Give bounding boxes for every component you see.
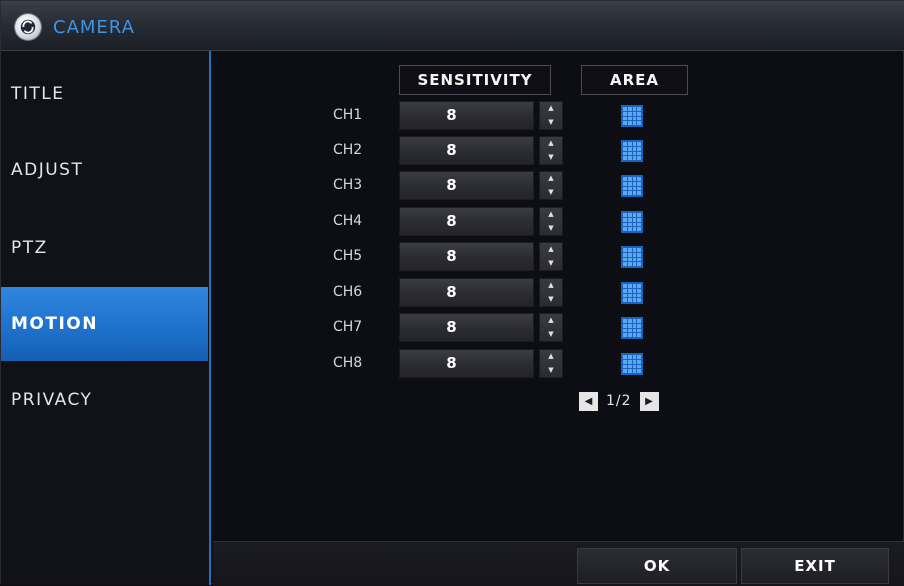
spin-up-icon[interactable]: ▲	[540, 172, 562, 186]
channel-label: CH1	[333, 107, 363, 123]
camera-window: CAMERA TITLE ADJUST PTZ MOTION PRIVACY S…	[0, 0, 904, 586]
triangle-right-icon[interactable]: ▶	[639, 391, 659, 411]
sensitivity-field[interactable]: 8	[399, 136, 534, 165]
spin-up-icon[interactable]: ▲	[540, 208, 562, 222]
channel-label: CH3	[333, 177, 363, 193]
grid-icon[interactable]	[621, 105, 643, 127]
sensitivity-field[interactable]: 8	[399, 313, 534, 342]
sensitivity-field[interactable]: 8	[399, 101, 534, 130]
sidebar-item-adjust[interactable]: ADJUST	[1, 133, 208, 207]
ok-button[interactable]: OK	[577, 548, 737, 584]
spin-up-icon[interactable]: ▲	[540, 350, 562, 364]
spin-down-icon[interactable]: ▼	[540, 293, 562, 307]
channel-label: CH8	[333, 355, 363, 371]
camera-logo-icon	[15, 14, 41, 40]
grid-icon[interactable]	[621, 246, 643, 268]
sensitivity-spinner[interactable]: ▲ ▼	[539, 207, 563, 236]
area-header: AREA	[581, 65, 688, 95]
sensitivity-spinner[interactable]: ▲ ▼	[539, 313, 563, 342]
sensitivity-field[interactable]: 8	[399, 242, 534, 271]
sensitivity-spinner[interactable]: ▲ ▼	[539, 101, 563, 130]
spin-down-icon[interactable]: ▼	[540, 328, 562, 342]
page-indicator: 1/2	[606, 393, 632, 409]
channel-label: CH5	[333, 248, 363, 264]
sidebar-item-title[interactable]: TITLE	[1, 57, 208, 131]
sidebar: TITLE ADJUST PTZ MOTION PRIVACY	[1, 51, 211, 585]
spin-down-icon[interactable]: ▼	[540, 257, 562, 271]
sensitivity-spinner[interactable]: ▲ ▼	[539, 171, 563, 200]
channel-label: CH4	[333, 213, 363, 229]
triangle-left-icon[interactable]: ◀	[579, 391, 598, 411]
sensitivity-spinner[interactable]: ▲ ▼	[539, 136, 563, 165]
grid-icon[interactable]	[621, 211, 643, 233]
sidebar-item-motion[interactable]: MOTION	[1, 287, 208, 361]
sensitivity-spinner[interactable]: ▲ ▼	[539, 278, 563, 307]
grid-icon[interactable]	[621, 282, 643, 304]
sensitivity-field[interactable]: 8	[399, 349, 534, 378]
spin-down-icon[interactable]: ▼	[540, 151, 562, 165]
grid-icon[interactable]	[621, 353, 643, 375]
spin-up-icon[interactable]: ▲	[540, 314, 562, 328]
sensitivity-header: SENSITIVITY	[399, 65, 551, 95]
spin-up-icon[interactable]: ▲	[540, 102, 562, 116]
channel-label: CH2	[333, 142, 363, 158]
motion-panel: SENSITIVITY AREA CH1 8 ▲ ▼ CH2 8 ▲ ▼ CH3…	[213, 51, 904, 586]
sensitivity-spinner[interactable]: ▲ ▼	[539, 242, 563, 271]
spin-down-icon[interactable]: ▼	[540, 116, 562, 130]
sidebar-item-ptz[interactable]: PTZ	[1, 211, 208, 285]
sensitivity-field[interactable]: 8	[399, 278, 534, 307]
pager: ◀ 1/2 ▶	[579, 389, 659, 413]
spin-up-icon[interactable]: ▲	[540, 243, 562, 257]
title-bar: CAMERA	[1, 1, 904, 51]
grid-icon[interactable]	[621, 317, 643, 339]
sensitivity-field[interactable]: 8	[399, 171, 534, 200]
window-title: CAMERA	[53, 16, 135, 38]
spin-up-icon[interactable]: ▲	[540, 137, 562, 151]
title-tab: CAMERA	[15, 13, 135, 41]
bottom-bar: OK EXIT	[213, 541, 904, 586]
grid-icon[interactable]	[621, 140, 643, 162]
channel-label: CH7	[333, 319, 363, 335]
sidebar-item-privacy[interactable]: PRIVACY	[1, 363, 208, 437]
sensitivity-field[interactable]: 8	[399, 207, 534, 236]
spin-down-icon[interactable]: ▼	[540, 222, 562, 236]
channel-label: CH6	[333, 284, 363, 300]
exit-button[interactable]: EXIT	[741, 548, 889, 584]
spin-up-icon[interactable]: ▲	[540, 279, 562, 293]
spin-down-icon[interactable]: ▼	[540, 186, 562, 200]
sensitivity-spinner[interactable]: ▲ ▼	[539, 349, 563, 378]
spin-down-icon[interactable]: ▼	[540, 364, 562, 378]
grid-icon[interactable]	[621, 175, 643, 197]
